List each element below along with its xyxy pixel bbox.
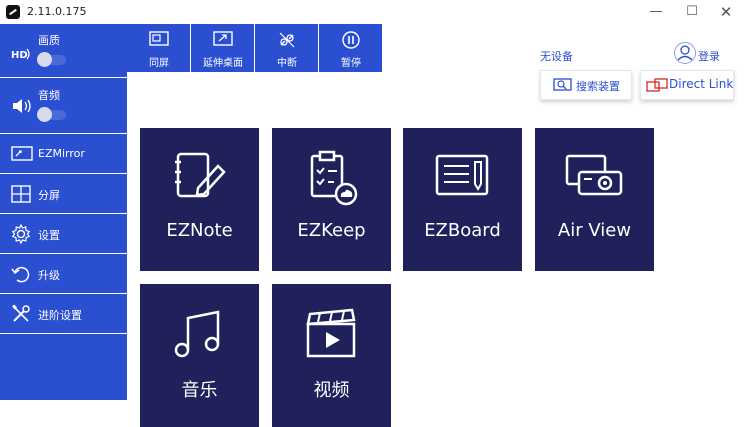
close-button[interactable]: ✕ (716, 2, 736, 22)
sidebar-item-split-screen[interactable]: 分屏 (0, 174, 127, 214)
app-logo-icon (6, 5, 20, 19)
login-label: 登录 (698, 50, 720, 63)
sidebar-item-quality: HD 画质 (0, 24, 127, 78)
minimize-button[interactable]: — (646, 2, 666, 22)
disconnect-icon (277, 31, 297, 53)
user-icon (674, 42, 696, 64)
sidebar-item-label: 升级 (38, 269, 60, 282)
app-tile-eznote[interactable]: EZNote (140, 128, 259, 271)
toggle-knob (37, 52, 52, 67)
sidebar-item-upgrade[interactable]: 升级 (0, 254, 127, 294)
mirror-icon (11, 146, 33, 166)
audio-toggle[interactable] (37, 107, 66, 122)
toggle-knob (37, 107, 52, 122)
app-tile-ezboard[interactable]: EZBoard (403, 128, 522, 271)
sidebar-item-settings[interactable]: 设置 (0, 214, 127, 254)
projector-icon (565, 150, 625, 206)
toolbar: 同屏 延伸桌面 中断 暂停 (127, 24, 383, 72)
app-label: EZKeep (297, 220, 366, 241)
video-icon (302, 306, 362, 362)
search-device-label: 搜索装置 (576, 80, 620, 93)
toolbar-button-label: 同屏 (149, 58, 169, 69)
direct-link-label: Direct Link (669, 77, 734, 91)
sidebar-item-label: 分屏 (38, 189, 60, 202)
mirror-screen-icon (149, 31, 169, 53)
app-label: EZBoard (424, 220, 501, 241)
board-icon (433, 150, 493, 206)
pause-button[interactable]: 暂停 (319, 24, 383, 72)
quality-toggle[interactable] (37, 52, 66, 67)
app-label: 音乐 (181, 380, 218, 401)
sidebar-item-advanced-settings[interactable]: 进阶设置 (0, 294, 127, 334)
sidebar-item-audio: 音频 (0, 78, 127, 134)
maximize-button[interactable]: ☐ (682, 2, 702, 22)
disconnect-button[interactable]: 中断 (255, 24, 319, 72)
sidebar-item-label: 画质 (38, 34, 60, 47)
sidebar-item-label: 音频 (38, 89, 60, 102)
sidebar-item-label: EZMirror (38, 147, 85, 160)
app-label: Air View (557, 220, 632, 241)
hd-icon: HD (11, 46, 33, 65)
app-tile-music[interactable]: 音乐 (140, 284, 259, 427)
pause-icon (341, 31, 361, 53)
search-device-button[interactable]: 搜索装置 (540, 70, 632, 100)
tools-icon (11, 304, 31, 328)
sidebar: HD 画质 音频 EZMirror 分屏 设置 升级 进阶设置 (0, 24, 127, 400)
sidebar-item-ezmirror[interactable]: EZMirror (0, 134, 127, 174)
note-icon (170, 150, 230, 206)
toolbar-button-label: 延伸桌面 (203, 58, 243, 69)
clipboard-cloud-icon (302, 150, 362, 206)
title-bar: 2.11.0.175 — ☐ ✕ (0, 0, 747, 24)
split-screen-icon (11, 185, 31, 207)
svg-text:HD: HD (11, 50, 28, 61)
app-label: 视频 (313, 380, 350, 401)
sidebar-item-label: 进阶设置 (38, 309, 82, 322)
speaker-icon (11, 98, 33, 118)
extend-desktop-button[interactable]: 延伸桌面 (191, 24, 255, 72)
direct-link-button[interactable]: Direct Link (640, 70, 734, 100)
app-version: 2.11.0.175 (27, 5, 87, 18)
extend-desktop-icon (213, 31, 233, 53)
device-status: 无设备 (540, 50, 573, 63)
sidebar-item-label: 设置 (38, 229, 60, 242)
direct-link-icon (646, 78, 668, 97)
app-tile-air-view[interactable]: Air View (535, 128, 654, 271)
search-device-icon (553, 78, 573, 97)
toolbar-button-label: 中断 (277, 58, 297, 69)
app-tile-video[interactable]: 视频 (272, 284, 391, 427)
music-icon (170, 306, 230, 362)
toolbar-button-label: 暂停 (341, 58, 361, 69)
app-tile-ezkeep[interactable]: EZKeep (272, 128, 391, 271)
mirror-screen-button[interactable]: 同屏 (127, 24, 191, 72)
upgrade-icon (11, 264, 31, 288)
app-label: EZNote (166, 220, 233, 241)
gear-icon (11, 223, 31, 248)
